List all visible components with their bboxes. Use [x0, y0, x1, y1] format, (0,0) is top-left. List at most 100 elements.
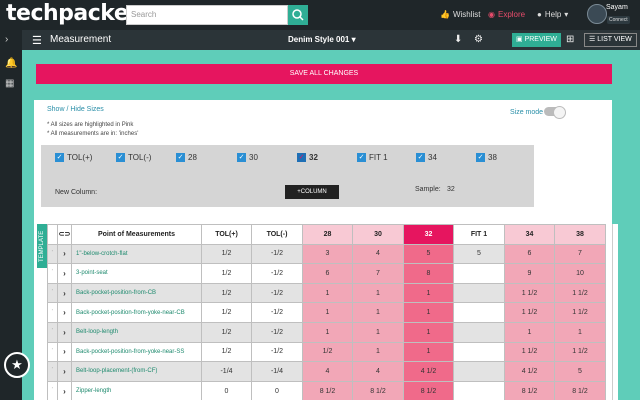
- link-icon[interactable]: ⊂⊃: [57, 224, 72, 245]
- expand-arrow-icon[interactable]: ›: [57, 282, 72, 304]
- table-row[interactable]: ˙ › Belt-loop-length 1/2 -1/2 1 1 1 1 1: [47, 321, 606, 343]
- measurement-cell[interactable]: 1 1/2: [554, 282, 606, 304]
- checkbox-tol-plus[interactable]: ✓ TOL(+): [55, 153, 92, 162]
- measurement-cell[interactable]: 8: [403, 263, 454, 284]
- pom-name[interactable]: Back-pocket-position-from-CB: [71, 282, 202, 304]
- pom-name[interactable]: 1"-below-crotch-flat: [71, 243, 202, 265]
- save-all-changes-button[interactable]: SAVE ALL CHANGES: [36, 64, 612, 84]
- add-column-button[interactable]: +COLUMN: [285, 185, 339, 199]
- expand-arrow-icon[interactable]: ›: [57, 380, 72, 400]
- measurement-cell[interactable]: -1/2: [251, 263, 303, 284]
- measurement-cell[interactable]: 1/2: [201, 302, 252, 323]
- drag-handle-icon[interactable]: ˙: [47, 263, 58, 284]
- expand-arrow-icon[interactable]: ›: [57, 341, 72, 363]
- table-row[interactable]: ˙ › Back-pocket-position-from-yoke-near-SS…: [47, 341, 606, 363]
- measurement-cell[interactable]: 3: [302, 243, 353, 265]
- measurement-cell[interactable]: 8 1/2: [302, 380, 353, 400]
- measurement-cell[interactable]: 6: [302, 263, 353, 284]
- measurement-cell[interactable]: 1/2: [201, 243, 252, 265]
- measurement-cell[interactable]: 0: [251, 380, 303, 400]
- checkbox-32[interactable]: ✓ 32: [297, 153, 318, 162]
- measurement-cell[interactable]: 1 1/2: [504, 302, 555, 323]
- expand-arrow-icon[interactable]: ›: [57, 321, 72, 343]
- list-view-button[interactable]: ☰ LIST VIEW: [584, 33, 637, 47]
- drag-handle-icon[interactable]: ˙: [47, 302, 58, 323]
- checkbox-fit1[interactable]: ✓ FIT 1: [357, 153, 388, 162]
- explore-link[interactable]: ◉ Explore: [488, 10, 525, 19]
- pom-name[interactable]: Belt-loop-length: [71, 321, 202, 343]
- measurement-cell[interactable]: 1/2: [201, 341, 252, 363]
- measurement-cell[interactable]: -1/2: [251, 243, 303, 265]
- measurement-cell[interactable]: 9: [504, 263, 555, 284]
- avatar[interactable]: [587, 4, 607, 24]
- drag-handle-icon[interactable]: ˙: [47, 321, 58, 343]
- drag-handle-icon[interactable]: ˙: [47, 282, 58, 304]
- measurement-cell[interactable]: 1/2: [302, 341, 353, 363]
- measurement-cell[interactable]: 1/2: [201, 263, 252, 284]
- measurement-cell[interactable]: [453, 341, 505, 363]
- grid-icon[interactable]: ⊞: [566, 34, 574, 45]
- measurement-cell[interactable]: -1/2: [251, 341, 303, 363]
- show-hide-sizes-link[interactable]: Show / Hide Sizes: [47, 106, 104, 113]
- favorite-star-button[interactable]: ★: [4, 352, 30, 378]
- measurement-cell[interactable]: 1: [403, 341, 454, 363]
- pom-name[interactable]: 3-point-seat: [71, 263, 202, 284]
- help-menu[interactable]: ● Help ▾: [537, 10, 568, 19]
- checkbox-28[interactable]: ✓ 28: [176, 153, 197, 162]
- table-row[interactable]: ˙ › Zipper-length 0 0 8 1/2 8 1/2 8 1/2 8 1/2 8 1…: [47, 380, 606, 400]
- expand-arrow-icon[interactable]: ›: [57, 243, 72, 265]
- pom-name[interactable]: Belt-loop-placement-(from-CF): [71, 361, 202, 382]
- measurement-cell[interactable]: 1: [352, 321, 404, 343]
- measurement-cell[interactable]: 4 1/2: [403, 361, 454, 382]
- measurement-cell[interactable]: 8 1/2: [504, 380, 555, 400]
- measurement-cell[interactable]: -1/2: [251, 321, 303, 343]
- measurement-cell[interactable]: 1/2: [201, 321, 252, 343]
- expand-chevron-icon[interactable]: ›: [5, 34, 8, 45]
- measurement-cell[interactable]: 1 1/2: [504, 341, 555, 363]
- measurement-cell[interactable]: 0: [201, 380, 252, 400]
- measurement-cell[interactable]: 1: [403, 282, 454, 304]
- measurement-cell[interactable]: [453, 361, 505, 382]
- measurement-cell[interactable]: [453, 380, 505, 400]
- measurement-cell[interactable]: 1 1/2: [554, 302, 606, 323]
- measurement-cell[interactable]: -1/4: [251, 361, 303, 382]
- connect-badge[interactable]: Connect: [607, 16, 630, 24]
- measurement-cell[interactable]: 5: [453, 243, 505, 265]
- table-row[interactable]: ˙ › 3-point-seat 1/2 -1/2 6 7 8 9 10: [47, 263, 606, 284]
- hamburger-icon[interactable]: ☰: [32, 34, 42, 47]
- measurement-cell[interactable]: 8 1/2: [403, 380, 454, 400]
- preview-button[interactable]: ▣ PREVIEW: [512, 33, 561, 47]
- search-button[interactable]: [288, 5, 308, 25]
- measurement-cell[interactable]: 1: [352, 282, 404, 304]
- wishlist-link[interactable]: 👍 Wishlist: [440, 10, 481, 19]
- measurement-cell[interactable]: 4: [352, 361, 404, 382]
- user-name[interactable]: Sayam: [606, 4, 628, 11]
- bell-icon[interactable]: 🔔: [5, 58, 17, 69]
- style-selector[interactable]: Denim Style 001 ▾: [288, 35, 356, 44]
- measurement-cell[interactable]: 1/2: [201, 282, 252, 304]
- measurement-cell[interactable]: [453, 302, 505, 323]
- measurement-cell[interactable]: 1: [352, 341, 404, 363]
- table-scrollbar[interactable]: [612, 224, 618, 400]
- drag-handle-icon[interactable]: ˙: [47, 380, 58, 400]
- measurement-cell[interactable]: 8 1/2: [554, 380, 606, 400]
- measurement-cell[interactable]: -1/2: [251, 302, 303, 323]
- measurement-cell[interactable]: 1: [554, 321, 606, 343]
- library-icon[interactable]: ▦: [5, 78, 14, 89]
- download-icon[interactable]: ⬇: [454, 34, 462, 45]
- drag-handle-icon[interactable]: ˙: [47, 243, 58, 265]
- measurement-cell[interactable]: 4: [352, 243, 404, 265]
- measurement-cell[interactable]: 5: [403, 243, 454, 265]
- checkbox-34[interactable]: ✓ 34: [416, 153, 437, 162]
- measurement-cell[interactable]: 5: [554, 361, 606, 382]
- pom-name[interactable]: Back-pocket-position-from-yoke-near-SS: [71, 341, 202, 363]
- measurement-cell[interactable]: 7: [352, 263, 404, 284]
- measurement-cell[interactable]: 1: [504, 321, 555, 343]
- measurement-cell[interactable]: -1/4: [201, 361, 252, 382]
- pom-name[interactable]: Zipper-length: [71, 380, 202, 400]
- measurement-cell[interactable]: 7: [554, 243, 606, 265]
- techpacker-logo[interactable]: techpacker: [6, 1, 139, 27]
- pom-name[interactable]: Back-pocket-position-from-yoke-near-CB: [71, 302, 202, 323]
- checkbox-30[interactable]: ✓ 30: [237, 153, 258, 162]
- measurement-cell[interactable]: 1: [403, 302, 454, 323]
